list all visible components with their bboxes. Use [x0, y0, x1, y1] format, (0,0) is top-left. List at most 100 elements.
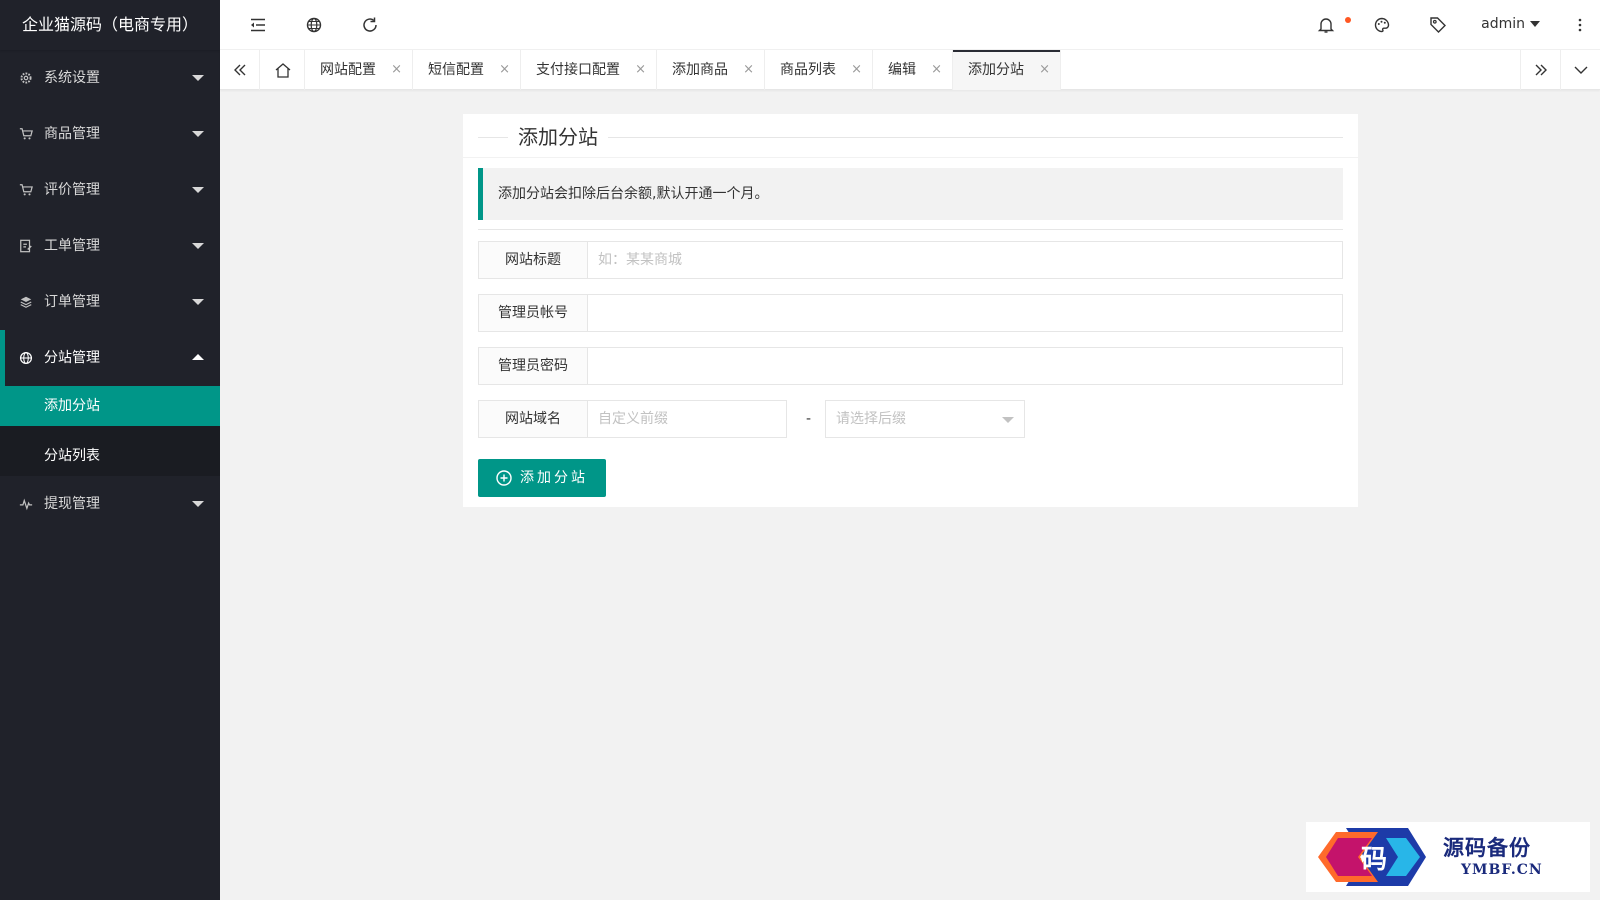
site-title-input[interactable] [587, 241, 1343, 279]
home-icon [275, 63, 291, 78]
domain-row: 网站域名 - 请选择后缀 [478, 400, 1038, 438]
tab-scroll-left[interactable] [220, 50, 260, 90]
notice-banner: 添加分站会扣除后台余额,默认开通一个月。 [478, 168, 1343, 220]
legend-line [498, 137, 1343, 138]
sidebar-item-label: 评价管理 [44, 182, 100, 198]
tab-label: 商品列表 [780, 62, 836, 78]
tab-edit[interactable]: 编辑 × [873, 50, 953, 90]
divider [463, 157, 1358, 158]
tab-add-product[interactable]: 添加商品 × [657, 50, 765, 90]
sidebar-item-reviews[interactable]: 评价管理 [0, 162, 220, 218]
sidebar-item-products[interactable]: 商品管理 [0, 106, 220, 162]
tab-product-list[interactable]: 商品列表 × [765, 50, 873, 90]
close-icon[interactable]: × [1039, 50, 1050, 90]
tab-site-config[interactable]: 网站配置 × [305, 50, 413, 90]
layers-icon [20, 296, 32, 308]
plus-circle-icon [496, 470, 512, 486]
tab-label: 支付接口配置 [536, 62, 620, 78]
tab-scroll-right[interactable] [1520, 50, 1560, 90]
admin-password-row: 管理员密码 [478, 347, 1343, 385]
brand-emblem-icon: 码 [1318, 828, 1426, 886]
admin-password-label: 管理员密码 [478, 347, 588, 385]
pulse-icon [19, 498, 33, 511]
refresh-icon[interactable] [360, 15, 380, 35]
chevron-down-icon [192, 243, 204, 249]
site-title-row: 网站标题 [478, 241, 1343, 279]
theme-palette-icon[interactable] [1372, 15, 1392, 35]
admin-account-input[interactable] [587, 294, 1343, 332]
tab-label: 编辑 [888, 62, 916, 78]
tab-payment-config[interactable]: 支付接口配置 × [521, 50, 657, 90]
chevron-down-icon [1530, 21, 1540, 27]
close-icon[interactable]: × [391, 50, 402, 90]
sidebar-subitem-add-substation[interactable]: 添加分站 [0, 386, 220, 426]
chevron-up-icon [192, 354, 204, 360]
chevron-down-icon [192, 187, 204, 193]
admin-account-row: 管理员帐号 [478, 294, 1343, 332]
sidebar-item-orders[interactable]: 订单管理 [0, 274, 220, 330]
tab-label: 添加分站 [968, 62, 1024, 78]
chevrons-right-icon [1535, 64, 1547, 76]
cart-icon [19, 128, 33, 140]
menu-collapse-icon[interactable] [248, 15, 268, 35]
sidebar-item-label: 工单管理 [44, 238, 100, 254]
add-substation-card: 添加分站 添加分站会扣除后台余额,默认开通一个月。 网站标题 管理员帐号 管理员… [463, 114, 1358, 507]
tab-bar: 网站配置 × 短信配置 × 支付接口配置 × 添加商品 × 商品列表 × 编辑 × 添加分站… [220, 50, 1600, 90]
chevron-down-icon [192, 501, 204, 507]
domain-separator: - [806, 411, 812, 427]
add-substation-button[interactable]: 添加分站 [478, 459, 606, 497]
tab-options-dropdown[interactable] [1560, 50, 1600, 90]
site-title-label: 网站标题 [478, 241, 588, 279]
watermark-logo: 码 源码备份 YMBF.CN [1306, 822, 1590, 892]
close-icon[interactable]: × [635, 50, 646, 90]
close-icon[interactable]: × [851, 50, 862, 90]
chevrons-left-icon [234, 64, 246, 76]
sidebar-item-substations[interactable]: 分站管理 [0, 330, 220, 386]
ticket-icon [20, 239, 32, 253]
sidebar: 企业猫源码（电商专用） 系统设置 商品管理 评价管理 工单管理 订单管理 分站管… [0, 0, 220, 900]
tab-add-substation[interactable]: 添加分站 × [953, 50, 1061, 90]
sidebar-item-tickets[interactable]: 工单管理 [0, 218, 220, 274]
close-icon[interactable]: × [931, 50, 942, 90]
sidebar-subitem-substation-list[interactable]: 分站列表 [0, 426, 220, 476]
tab-sms-config[interactable]: 短信配置 × [413, 50, 521, 90]
domain-prefix-input[interactable] [587, 400, 787, 438]
page-title: 添加分站 [508, 124, 608, 150]
app-title[interactable]: 企业猫源码（电商专用） [0, 0, 220, 50]
tab-home[interactable] [260, 50, 305, 90]
sidebar-item-label: 订单管理 [44, 294, 100, 310]
sidebar-item-withdrawals[interactable]: 提现管理 [0, 476, 220, 532]
close-icon[interactable]: × [499, 50, 510, 90]
watermark-name: 源码备份 [1443, 835, 1531, 860]
top-header: admin [220, 0, 1600, 50]
substation-submenu: 添加分站 分站列表 [0, 386, 220, 476]
admin-password-input[interactable] [587, 347, 1343, 385]
watermark-glyph: 码 [1361, 845, 1387, 875]
sidebar-item-label: 提现管理 [44, 496, 100, 512]
sidebar-nav: 系统设置 商品管理 评价管理 工单管理 订单管理 分站管理 [0, 50, 220, 386]
bell-icon[interactable] [1316, 15, 1336, 35]
chevron-down-icon [192, 299, 204, 305]
select-placeholder: 请选择后缀 [836, 411, 906, 427]
cart-icon [19, 184, 33, 196]
chevron-down-icon [1574, 66, 1588, 74]
tab-list: 网站配置 × 短信配置 × 支付接口配置 × 添加商品 × 商品列表 × 编辑 × 添加分站… [305, 50, 1061, 90]
tab-label: 短信配置 [428, 62, 484, 78]
sidebar-item-label: 系统设置 [44, 70, 100, 86]
domain-suffix-select[interactable]: 请选择后缀 [825, 400, 1025, 438]
admin-account-label: 管理员帐号 [478, 294, 588, 332]
user-menu[interactable]: admin [1481, 16, 1540, 32]
button-label: 添加分站 [520, 470, 588, 486]
more-vertical-icon[interactable] [1570, 15, 1590, 35]
close-icon[interactable]: × [743, 50, 754, 90]
divider [478, 229, 1343, 230]
sidebar-item-label: 商品管理 [44, 126, 100, 142]
notification-dot [1345, 17, 1351, 23]
tag-icon[interactable] [1428, 15, 1448, 35]
form-legend: 添加分站 [478, 124, 1343, 150]
sidebar-item-label: 分站管理 [44, 350, 100, 366]
sidebar-item-system-settings[interactable]: 系统设置 [0, 50, 220, 106]
watermark-domain: YMBF.CN [1461, 862, 1543, 878]
globe-icon[interactable] [304, 15, 324, 35]
globe-icon [19, 351, 33, 365]
